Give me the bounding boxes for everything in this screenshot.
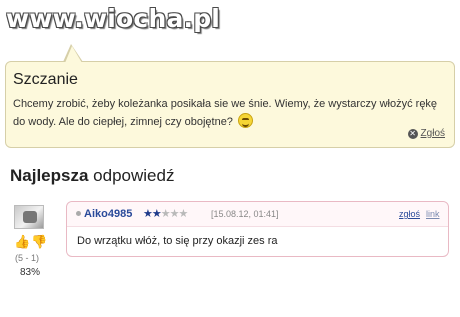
bullet-icon (76, 211, 81, 216)
report-answer-link[interactable]: zgłoś (399, 209, 420, 219)
thumbs-down-icon[interactable]: 👎 (31, 236, 47, 250)
question-body: Chcemy zrobić, żeby koleżanka posikała s… (13, 95, 451, 131)
vote-percent: 83% (20, 267, 41, 278)
star-filled-icons: ★★ (143, 207, 162, 220)
answer-box: Aiko4985 ★★★★★ [15.08.12, 01:41] zgłoś l… (66, 201, 449, 257)
avatar[interactable] (14, 205, 44, 229)
grin-smiley-icon (238, 113, 253, 128)
answer-header: Aiko4985 ★★★★★ [15.08.12, 01:41] zgłoś l… (67, 202, 448, 227)
question-title: Szczanie (13, 71, 78, 88)
speech-bubble-tail-fill (65, 46, 82, 63)
star-empty-icons: ★★★ (160, 207, 189, 220)
avatar-image (23, 211, 37, 223)
author-link[interactable]: Aiko4985 (84, 208, 132, 220)
question-text: Chcemy zrobić, żeby koleżanka posikała s… (13, 98, 438, 128)
report-question-label: Zgłoś (420, 128, 445, 139)
vote-count: (5 - 1) (15, 253, 40, 263)
rating-stars: ★★★★★ (143, 207, 189, 220)
best-answer-heading-rest: odpowiedź (88, 166, 175, 185)
best-answer-heading: Najlepsza odpowiedź (10, 166, 174, 186)
question-box: Szczanie Chcemy zrobić, żeby koleżanka p… (5, 61, 455, 148)
best-answer-heading-bold: Najlepsza (10, 166, 89, 185)
close-circle-icon: ✕ (407, 128, 418, 139)
answer-timestamp: [15.08.12, 01:41] (211, 209, 279, 219)
answer-text: Do wrzątku włóż, to się przy okazji zes … (77, 235, 278, 247)
thumbs-up-icon[interactable]: 👍 (14, 236, 30, 250)
permalink-link[interactable]: link (426, 209, 440, 219)
site-watermark: www.wiocha.pl (6, 4, 221, 33)
report-question-button[interactable]: ✕ Zgłoś (407, 128, 445, 139)
